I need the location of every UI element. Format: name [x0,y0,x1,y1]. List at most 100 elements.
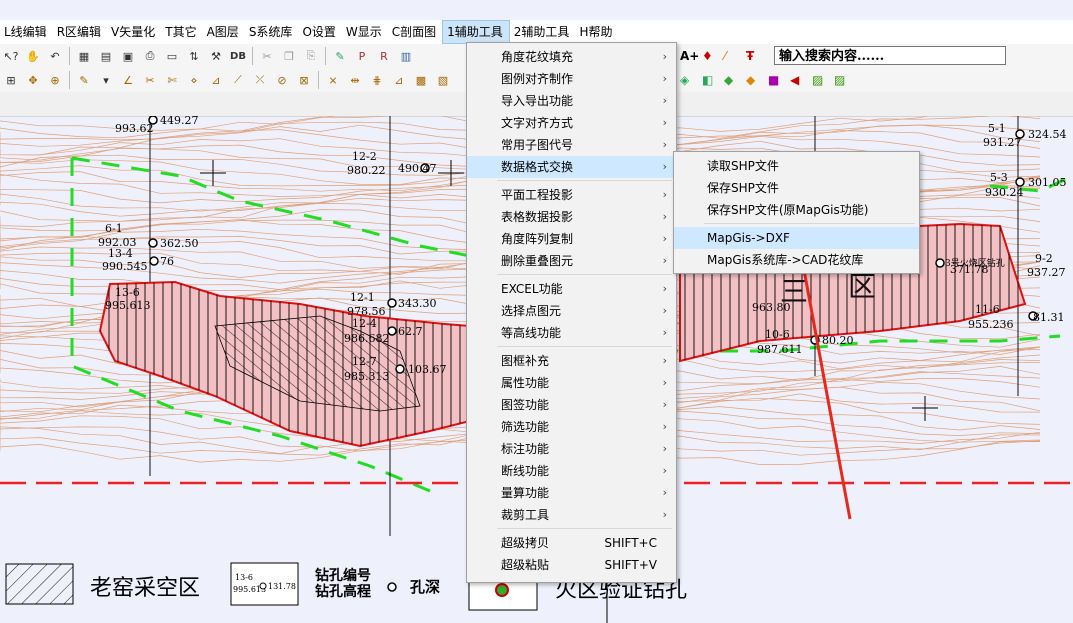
pattern-icon[interactable]: ⊿ [389,71,409,89]
data-exchange-item-4[interactable]: MapGis->DXF [674,227,919,249]
line-edit-icon[interactable]: P [352,47,372,65]
fill-purple-icon[interactable]: ■ [768,73,790,87]
angle-icon[interactable]: ∠ [118,71,138,89]
aux-menu-item-23[interactable]: 裁剪工具 › [467,504,676,526]
aux-menu-item-16[interactable]: 图框补充 › [467,350,676,372]
fill-red-icon[interactable]: ◀ [790,73,812,87]
fill-orange-icon[interactable]: ◆ [746,73,768,87]
aux-menu-item-13[interactable]: 选择点图元 › [467,300,676,322]
data-exchange-item-1[interactable]: 保存SHP文件 [674,177,919,199]
data-exchange-item-2[interactable]: 保存SHP文件(原MapGis功能) [674,199,919,221]
paste-icon[interactable]: ⎘ [301,47,321,65]
search-input[interactable]: 输入搜索内容...... [774,46,1006,65]
undo-icon[interactable]: ↶ [45,47,65,65]
select-icon[interactable]: ⊞ [1,71,21,89]
region-add-icon[interactable]: ◈ [680,73,702,87]
menu-9[interactable]: 1辅助工具 [442,20,510,44]
aux-menu-item-4[interactable]: 常用子图代号 › [467,134,676,156]
aux-menu-item-5[interactable]: 数据格式交换 › [467,156,676,178]
aux-menu-item-14[interactable]: 等高线功能 › [467,322,676,344]
db-icon[interactable]: DB [228,47,248,65]
break-icon[interactable]: ⤫ [250,71,270,89]
menu-0[interactable]: L线编辑 [0,20,53,44]
aux-menu-item-2[interactable]: 导入导出功能 › [467,90,676,112]
hatch-icon[interactable]: ▩ [411,71,431,89]
chevron-right-icon: › [662,304,667,317]
menu-separator [497,528,672,529]
pin-icon[interactable]: ♦ [702,49,724,63]
menu-4[interactable]: A图层 [203,20,245,44]
aux-menu-item-3[interactable]: 文字对齐方式 › [467,112,676,134]
copy-point-icon[interactable]: ⊕ [45,71,65,89]
move-icon[interactable]: ✥ [23,71,43,89]
font-size-icon[interactable]: A+ [680,49,702,63]
help-cursor-icon[interactable]: ↖? [1,47,21,65]
data-exchange-item-5[interactable]: MapGis系统库->CAD花纹库 [674,249,919,271]
copy-icon[interactable]: ❐ [279,47,299,65]
menu-2[interactable]: V矢量化 [107,20,161,44]
dropdown-arrow-icon[interactable]: ▾ [96,71,116,89]
layer-icon[interactable]: ▥ [396,47,416,65]
svg-text:980.22: 980.22 [347,164,386,177]
fill-green-icon[interactable]: ◆ [724,73,746,87]
svg-text:76: 76 [160,255,174,268]
aux-menu-item-12[interactable]: EXCEL功能 › [467,278,676,300]
hatch-green2-icon[interactable]: ▨ [834,73,856,87]
print-icon[interactable]: ⎙ [140,47,160,65]
sync-icon[interactable]: ⇅ [184,47,204,65]
region-edit-icon[interactable]: R [374,47,394,65]
hatch-green-icon[interactable]: ▨ [812,73,834,87]
aux-menu-item-26[interactable]: 超级粘贴 SHIFT+V [467,554,676,576]
aux-menu-item-20[interactable]: 标注功能 › [467,438,676,460]
aux-menu-item-label: 导入导出功能 [501,94,574,108]
menu-3[interactable]: T其它 [161,20,202,44]
aux-menu-item-18[interactable]: 图签功能 › [467,394,676,416]
monitor-icon[interactable]: ▣ [118,47,138,65]
dimension-icon[interactable]: ⇹ [345,71,365,89]
cut-icon[interactable]: ✂ [257,47,277,65]
menu-5[interactable]: S系统库 [245,20,299,44]
aux-menu-item-19[interactable]: 筛选功能 › [467,416,676,438]
node-icon[interactable]: ⋄ [184,71,204,89]
region-edit2-icon[interactable]: ◧ [702,73,724,87]
menu-7[interactable]: W显示 [342,20,388,44]
point-edit-icon[interactable]: ✎ [330,47,350,65]
grid-icon[interactable]: ⋕ [367,71,387,89]
aux-tools-menu: 角度花纹填充 › 图例对齐制作 › 导入导出功能 › 文字对齐方式 › 常用子图代号 › 数据格式交… [466,42,677,583]
ruler-icon[interactable]: ▭ [162,47,182,65]
menu-8[interactable]: C剖面图 [388,20,442,44]
cut-line-icon[interactable]: ✄ [162,71,182,89]
region-param-icon[interactable]: ⊠ [294,71,314,89]
cross-line-icon[interactable]: ⨯ [323,71,343,89]
aux-menu-item-21[interactable]: 断线功能 › [467,460,676,482]
aux-menu-item-17[interactable]: 属性功能 › [467,372,676,394]
brush-icon[interactable]: ⁄ [724,49,746,63]
data-exchange-item-label: 保存SHP文件(原MapGis功能) [707,203,869,217]
aux-menu-item-9[interactable]: 角度阵列复制 › [467,228,676,250]
scissors-icon[interactable]: ✂ [140,71,160,89]
data-exchange-item-0[interactable]: 读取SHP文件 [674,155,919,177]
aux-menu-item-1[interactable]: 图例对齐制作 › [467,68,676,90]
menu-10[interactable]: 2辅助工具 [510,20,576,44]
aux-menu-item-10[interactable]: 删除重叠图元 › [467,250,676,272]
hand-icon[interactable]: ✋ [23,47,43,65]
tools-icon[interactable]: ⚒ [206,47,226,65]
text-style-icon[interactable]: Ŧ [746,49,768,63]
aux-menu-item-7[interactable]: 平面工程投影 › [467,184,676,206]
aux-menu-item-22[interactable]: 量算功能 › [467,482,676,504]
table-icon[interactable]: ▤ [96,47,116,65]
extend-icon[interactable]: ⟋ [228,71,248,89]
menu-1[interactable]: R区编辑 [53,20,107,44]
pen-icon[interactable]: ✎ [74,71,94,89]
aux-menu-item-8[interactable]: 表格数据投影 › [467,206,676,228]
svg-text:931.27: 931.27 [983,136,1022,149]
menu-6[interactable]: O设置 [298,20,341,44]
join-icon[interactable]: ⊿ [206,71,226,89]
line-param-icon[interactable]: ⊘ [272,71,292,89]
calculator-icon[interactable]: ▦ [74,47,94,65]
aux-menu-item-25[interactable]: 超级拷贝 SHIFT+C [467,532,676,554]
aux-menu-item-0[interactable]: 角度花纹填充 › [467,46,676,68]
hatch2-icon[interactable]: ▧ [433,71,453,89]
chevron-right-icon: › [662,464,667,477]
menu-11[interactable]: H帮助 [575,20,618,44]
